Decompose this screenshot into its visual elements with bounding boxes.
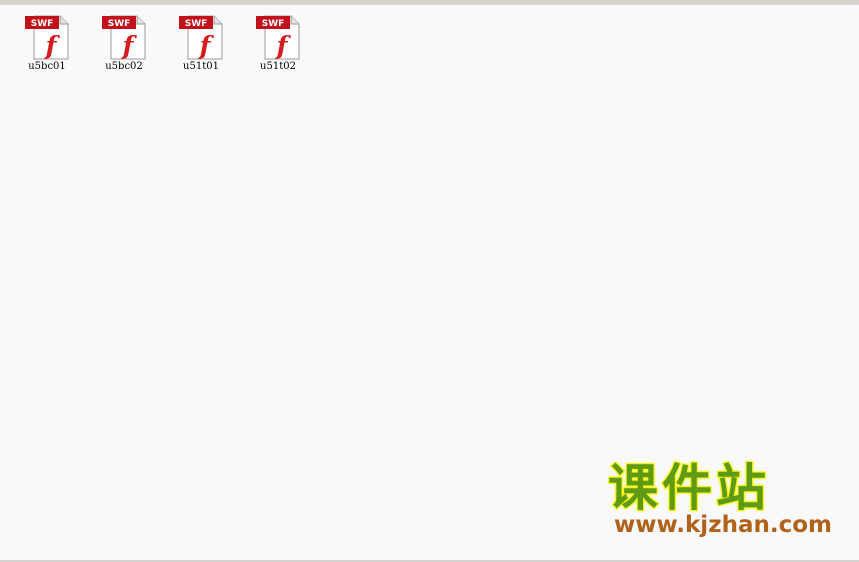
watermark-url: www.kjzhan.com: [614, 512, 832, 538]
file-grid: SWF f u5bc01 SWF f u5bc02 SWF f u51t01 S…: [24, 14, 301, 73]
swf-file-icon: SWF f: [25, 15, 69, 60]
file-item-u5bc02[interactable]: SWF f u5bc02: [101, 14, 147, 73]
svg-text:SWF: SWF: [262, 19, 285, 29]
file-item-u51t02[interactable]: SWF f u51t02: [255, 14, 301, 73]
file-label: u5bc02: [105, 61, 143, 72]
svg-text:SWF: SWF: [31, 19, 54, 29]
svg-text:SWF: SWF: [185, 19, 208, 29]
site-watermark-logo: 课件站 www.kjzhan.com: [604, 458, 844, 542]
swf-file-icon: SWF f: [256, 15, 300, 60]
file-label: u5bc01: [28, 61, 66, 72]
file-label: u51t02: [260, 61, 296, 72]
file-item-u5bc01[interactable]: SWF f u5bc01: [24, 14, 70, 73]
file-item-u51t01[interactable]: SWF f u51t01: [178, 14, 224, 73]
window-top-border: [0, 0, 859, 5]
swf-file-icon: SWF f: [179, 15, 223, 60]
svg-text:SWF: SWF: [108, 19, 131, 29]
swf-file-icon: SWF f: [102, 15, 146, 60]
file-label: u51t01: [183, 61, 219, 72]
watermark-title: 课件站: [607, 458, 770, 518]
